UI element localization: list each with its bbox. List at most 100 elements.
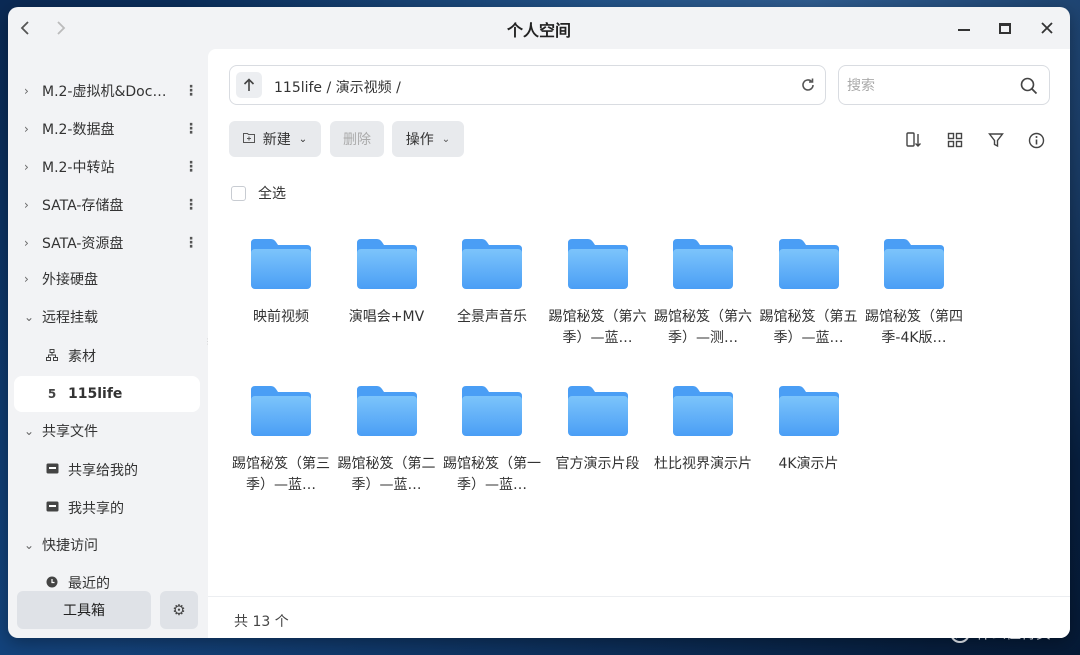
folder-name: 演唱会+MV xyxy=(348,309,425,325)
sidebar-item-shared-with-me[interactable]: 共享给我的 xyxy=(14,452,200,488)
folder-item[interactable]: 映前视频 xyxy=(229,219,333,359)
sidebar-group-remote-mount[interactable]: ⌄ 远程挂载 xyxy=(14,299,200,335)
folder-item[interactable]: 踢馆秘笈（第五季）—蓝… xyxy=(757,219,861,359)
new-button-label: 新建 xyxy=(262,132,291,148)
new-button[interactable]: 新建 ⌄ xyxy=(229,121,321,157)
close-button[interactable] xyxy=(1034,15,1060,41)
more-vertical-icon[interactable]: ⋮ xyxy=(182,197,200,213)
chevron-right-icon[interactable]: › xyxy=(14,122,36,136)
more-vertical-icon[interactable]: ⋮ xyxy=(182,121,200,137)
item-count: 共 13 个 xyxy=(234,614,289,630)
sidebar-item-m2-data[interactable]: › M.2-数据盘 ⋮ xyxy=(14,111,200,147)
search-input[interactable] xyxy=(847,75,1007,97)
network-share-icon xyxy=(42,348,62,364)
more-vertical-icon[interactable]: ⋮ xyxy=(182,235,200,251)
sidebar-item-external-disk[interactable]: › 外接硬盘 xyxy=(14,261,200,297)
settings-button[interactable]: ⚙ xyxy=(160,591,198,629)
sidebar-item-label: 共享文件 xyxy=(42,424,98,440)
folder-item[interactable]: 踢馆秘笈（第六季）—蓝… xyxy=(546,219,650,359)
forward-button[interactable] xyxy=(48,15,74,41)
select-all-label: 全选 xyxy=(258,186,286,202)
sidebar-item-label: M.2-虚拟机&Doc… xyxy=(42,84,167,100)
folder-item[interactable]: 全景声音乐 xyxy=(440,219,544,359)
maximize-button[interactable] xyxy=(992,15,1018,41)
folder-item[interactable]: 踢馆秘笈（第四季-4K版… xyxy=(862,219,966,359)
more-vertical-icon[interactable]: ⋮ xyxy=(182,83,200,99)
back-button[interactable] xyxy=(12,15,38,41)
new-folder-icon xyxy=(242,132,255,146)
chevron-right-icon[interactable]: › xyxy=(14,160,36,174)
grid-icon xyxy=(947,132,963,148)
sidebar-item-m2-vm-docker[interactable]: › M.2-虚拟机&Doc… ⋮ xyxy=(14,73,200,109)
watermark: 值 什么值得买 xyxy=(950,622,1051,643)
chevron-down-icon: ⌄ xyxy=(298,133,308,145)
share-out-icon xyxy=(42,501,62,515)
watermark-text: 什么值得买 xyxy=(976,624,1052,642)
arrow-up-icon xyxy=(243,78,255,91)
folder-item[interactable]: 官方演示片段 xyxy=(546,366,650,506)
minimize-icon xyxy=(958,29,970,31)
folder-item[interactable]: 4K演示片 xyxy=(757,366,861,506)
select-all: 全选 xyxy=(231,183,286,203)
sidebar-footer: 工具箱 ⚙ xyxy=(17,591,200,629)
chevron-right-icon[interactable]: › xyxy=(14,198,36,212)
folder-icon xyxy=(567,386,628,436)
folder-item[interactable]: 踢馆秘笈（第三季）—蓝… xyxy=(229,366,333,506)
grid-view-button[interactable] xyxy=(943,128,967,152)
info-button[interactable] xyxy=(1024,128,1048,152)
chevron-down-icon[interactable]: ⌄ xyxy=(14,538,36,552)
chevron-down-icon: ⌄ xyxy=(441,133,451,145)
folder-item[interactable]: 演唱会+MV xyxy=(335,219,439,359)
minimize-button[interactable] xyxy=(951,15,977,41)
folder-name: 踢馆秘笈（第三季）—蓝… xyxy=(232,456,330,493)
select-all-checkbox[interactable] xyxy=(231,185,246,201)
sidebar-item-label: 外接硬盘 xyxy=(42,272,98,288)
sidebar-item-sata-resource[interactable]: › SATA-资源盘 ⋮ xyxy=(14,225,200,261)
more-vertical-icon[interactable]: ⋮ xyxy=(182,159,200,175)
folder-name: 踢馆秘笈（第六季）—测… xyxy=(654,309,752,346)
sort-button[interactable] xyxy=(902,128,926,152)
folder-item[interactable]: 杜比视界演示片 xyxy=(651,366,755,506)
delete-button[interactable]: 删除 xyxy=(330,121,384,157)
watermark-logo: 值 xyxy=(950,622,970,643)
folder-name: 映前视频 xyxy=(253,309,309,325)
sidebar-item-label: M.2-中转站 xyxy=(42,160,115,176)
sidebar-group-shared-files[interactable]: ⌄ 共享文件 xyxy=(14,413,200,449)
refresh-icon xyxy=(802,78,814,91)
folder-item[interactable]: 踢馆秘笈（第六季）—测… xyxy=(651,219,755,359)
folder-icon xyxy=(251,239,311,289)
operations-button[interactable]: 操作 ⌄ xyxy=(392,121,464,157)
sidebar-item-material[interactable]: 素材 xyxy=(14,338,200,374)
toolbox-button[interactable]: 工具箱 xyxy=(17,591,151,629)
refresh-button[interactable] xyxy=(798,75,818,95)
folder-icon xyxy=(251,386,311,436)
folder-name: 杜比视界演示片 xyxy=(654,456,752,472)
sidebar-item-my-shares[interactable]: 我共享的 xyxy=(14,490,200,526)
sidebar-item-label: 共享给我的 xyxy=(68,463,138,479)
folder-icon xyxy=(356,239,417,289)
chevron-down-icon[interactable]: ⌄ xyxy=(14,424,36,438)
folder-name: 全景声音乐 xyxy=(457,309,527,325)
chevron-right-icon[interactable]: › xyxy=(14,236,36,250)
operations-button-label: 操作 xyxy=(405,132,434,148)
breadcrumb[interactable]: 115life / 演示视频 / xyxy=(274,77,401,97)
filter-icon xyxy=(988,133,1004,148)
sidebar-item-m2-transfer[interactable]: › M.2-中转站 ⋮ xyxy=(14,149,200,185)
folder-item[interactable]: 踢馆秘笈（第一季）—蓝… xyxy=(440,366,544,506)
chevron-right-icon[interactable]: › xyxy=(14,272,36,286)
folder-icon xyxy=(884,239,944,289)
chevron-right-icon xyxy=(57,21,66,35)
chevron-right-icon[interactable]: › xyxy=(14,84,36,98)
folder-icon xyxy=(778,386,839,436)
sidebar-group-quick-access[interactable]: ⌄ 快捷访问 xyxy=(14,527,200,563)
sidebar-item-115life[interactable]: 5 115life xyxy=(14,376,200,412)
sort-icon xyxy=(906,132,921,147)
sidebar-item-sata-storage[interactable]: › SATA-存储盘 ⋮ xyxy=(14,187,200,223)
folder-item[interactable]: 踢馆秘笈（第二季）—蓝… xyxy=(335,366,439,506)
go-up-button[interactable] xyxy=(236,72,262,98)
chevron-down-icon[interactable]: ⌄ xyxy=(14,310,36,324)
cloud-115-icon: 5 xyxy=(47,387,57,401)
filter-button[interactable] xyxy=(984,128,1008,152)
search-icon[interactable] xyxy=(1019,76,1039,96)
sidebar-item-label: M.2-数据盘 xyxy=(42,122,115,138)
